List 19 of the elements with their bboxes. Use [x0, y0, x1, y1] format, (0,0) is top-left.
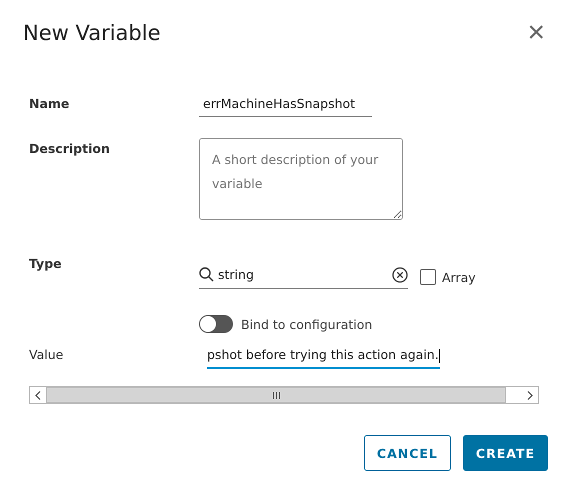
- field-label: Name: [29, 95, 70, 113]
- scroll-left-icon[interactable]: [35, 390, 41, 400]
- search-icon: [199, 267, 214, 282]
- field-label: Value: [29, 346, 64, 364]
- cancel-button[interactable]: CANCEL: [364, 435, 451, 471]
- toggle-label: Bind to configuration: [241, 316, 372, 332]
- value-field[interactable]: pshot before trying this action again.: [207, 347, 440, 369]
- description-field[interactable]: A short description of your variable: [199, 138, 403, 220]
- close-button[interactable]: ×: [523, 18, 549, 48]
- horizontal-scrollbar[interactable]: [29, 386, 539, 404]
- dialog-title: New Variable: [23, 21, 161, 45]
- create-button[interactable]: CREATE: [462, 435, 548, 471]
- field-label: Description: [29, 140, 111, 158]
- checkbox-label: Array: [442, 270, 476, 284]
- clear-icon[interactable]: [392, 266, 408, 282]
- toggle-switch[interactable]: [199, 315, 233, 333]
- array-checkbox[interactable]: [420, 269, 436, 285]
- scroll-right-icon[interactable]: [527, 390, 533, 400]
- field-label: Type: [29, 255, 63, 273]
